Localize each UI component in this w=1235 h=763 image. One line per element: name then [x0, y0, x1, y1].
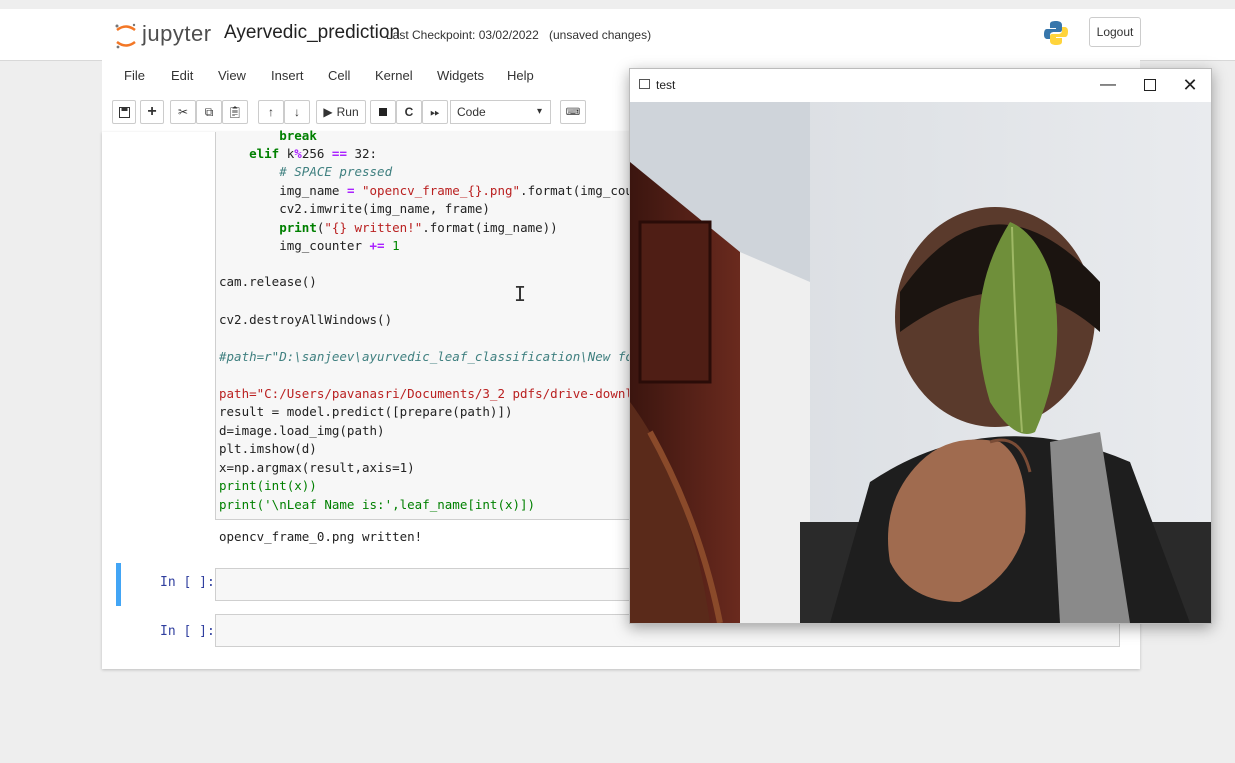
- paste-icon: 📋︎: [227, 105, 243, 119]
- code-line: img_counter += 1: [219, 238, 400, 253]
- menu-kernel[interactable]: Kernel: [375, 68, 413, 83]
- menu-file[interactable]: File: [124, 68, 145, 83]
- minimize-button[interactable]: —: [1093, 73, 1123, 97]
- webcam-frame: [630, 102, 1211, 623]
- webcam-image: [630, 102, 1211, 623]
- menu-cell[interactable]: Cell: [328, 68, 350, 83]
- code-line: x=np.argmax(result,axis=1): [219, 460, 415, 475]
- run-label: Run: [336, 105, 359, 119]
- code-line: path="C:/Users/pavanasri/Documents/3_2 p…: [219, 386, 656, 401]
- code-comment-line: #path=r"D:\sanjeev\ayurvedic_leaf_classi…: [219, 349, 664, 364]
- code-line: print("{} written!".format(img_name)): [279, 220, 558, 235]
- code-line: cam.release(): [219, 274, 317, 289]
- unsaved-status: (unsaved changes): [549, 28, 652, 42]
- insert-cell-button[interactable]: +: [140, 100, 164, 124]
- play-icon: ▶: [323, 105, 333, 119]
- arrow-up-icon: ↑: [268, 105, 274, 119]
- opencv-window[interactable]: test — ✕: [629, 68, 1212, 624]
- maximize-icon: [1144, 79, 1156, 91]
- close-icon: ✕: [1182, 74, 1198, 95]
- restart-icon: C: [404, 105, 414, 119]
- input-prompt: In [ ]:: [160, 624, 215, 639]
- code-line: print('\nLeaf Name is:',leaf_name[int(x)…: [219, 497, 536, 512]
- jupyter-brand[interactable]: jupyter: [142, 21, 212, 47]
- close-button[interactable]: ✕: [1175, 73, 1205, 97]
- menu-help[interactable]: Help: [507, 68, 534, 83]
- interrupt-button[interactable]: [370, 100, 396, 124]
- fast-forward-icon: ⏩︎: [430, 104, 440, 119]
- maximize-button[interactable]: [1135, 73, 1165, 97]
- code-line: result = model.predict([prepare(path)]): [219, 404, 513, 419]
- window-titlebar[interactable]: test — ✕: [630, 69, 1211, 102]
- window-title: test: [656, 78, 676, 92]
- jupyter-logo-icon[interactable]: [114, 21, 138, 51]
- code-line: cv2.destroyAllWindows(): [219, 312, 393, 327]
- move-down-button[interactable]: ↓: [284, 100, 310, 124]
- code-line: img_name = "opencv_frame_{}.png".format(…: [219, 183, 664, 198]
- code-line: # SPACE pressed: [279, 164, 393, 179]
- arrow-down-icon: ↓: [294, 105, 300, 119]
- cell-type-value: Code: [457, 105, 486, 119]
- plus-icon: +: [147, 103, 157, 120]
- chevron-down-icon: ▾: [536, 106, 542, 117]
- cell-type-select[interactable]: Code ▾: [450, 100, 551, 124]
- checkpoint-status: Last Checkpoint: 03/02/2022: [386, 28, 539, 42]
- save-button[interactable]: [112, 100, 136, 124]
- code-line: cv2.imwrite(img_name, frame): [219, 201, 490, 216]
- notebook-header: jupyter Ayervedic_prediction Last Checkp…: [0, 9, 1235, 61]
- menu-edit[interactable]: Edit: [171, 68, 193, 83]
- menu-widgets[interactable]: Widgets: [437, 68, 484, 83]
- restart-run-all-button[interactable]: ⏩︎: [422, 100, 448, 124]
- stop-icon: [379, 108, 387, 116]
- restart-button[interactable]: C: [396, 100, 422, 124]
- code-line: break: [279, 128, 317, 143]
- menu-insert[interactable]: Insert: [271, 68, 304, 83]
- save-icon: [118, 106, 130, 118]
- python-logo-icon: [1044, 21, 1068, 45]
- menu-view[interactable]: View: [218, 68, 246, 83]
- window-app-icon: [639, 79, 650, 89]
- notebook-name[interactable]: Ayervedic_prediction: [224, 22, 400, 44]
- code-line: plt.imshow(d): [219, 441, 317, 456]
- input-prompt: In [ ]:: [160, 575, 215, 590]
- code-line: elif k%256 == 32:: [249, 146, 378, 161]
- scissors-icon: ✂: [177, 105, 189, 119]
- command-palette-button[interactable]: ⌨: [560, 100, 586, 124]
- cut-button[interactable]: ✂: [170, 100, 196, 124]
- text-cursor-icon: I: [514, 282, 527, 306]
- copy-icon: ⧉: [204, 104, 214, 119]
- move-up-button[interactable]: ↑: [258, 100, 284, 124]
- copy-button[interactable]: ⧉: [196, 100, 222, 124]
- logout-button[interactable]: Logout: [1089, 17, 1141, 47]
- cell-output: opencv_frame_0.png written!: [219, 529, 423, 544]
- keyboard-icon: ⌨: [565, 106, 581, 118]
- code-line: print(int(x)): [219, 478, 317, 493]
- paste-button[interactable]: 📋︎: [222, 100, 248, 124]
- selected-cell-indicator: [116, 563, 121, 606]
- minimize-icon: —: [1100, 76, 1116, 93]
- run-button[interactable]: ▶ Run: [316, 100, 366, 124]
- code-line: d=image.load_img(path): [219, 423, 385, 438]
